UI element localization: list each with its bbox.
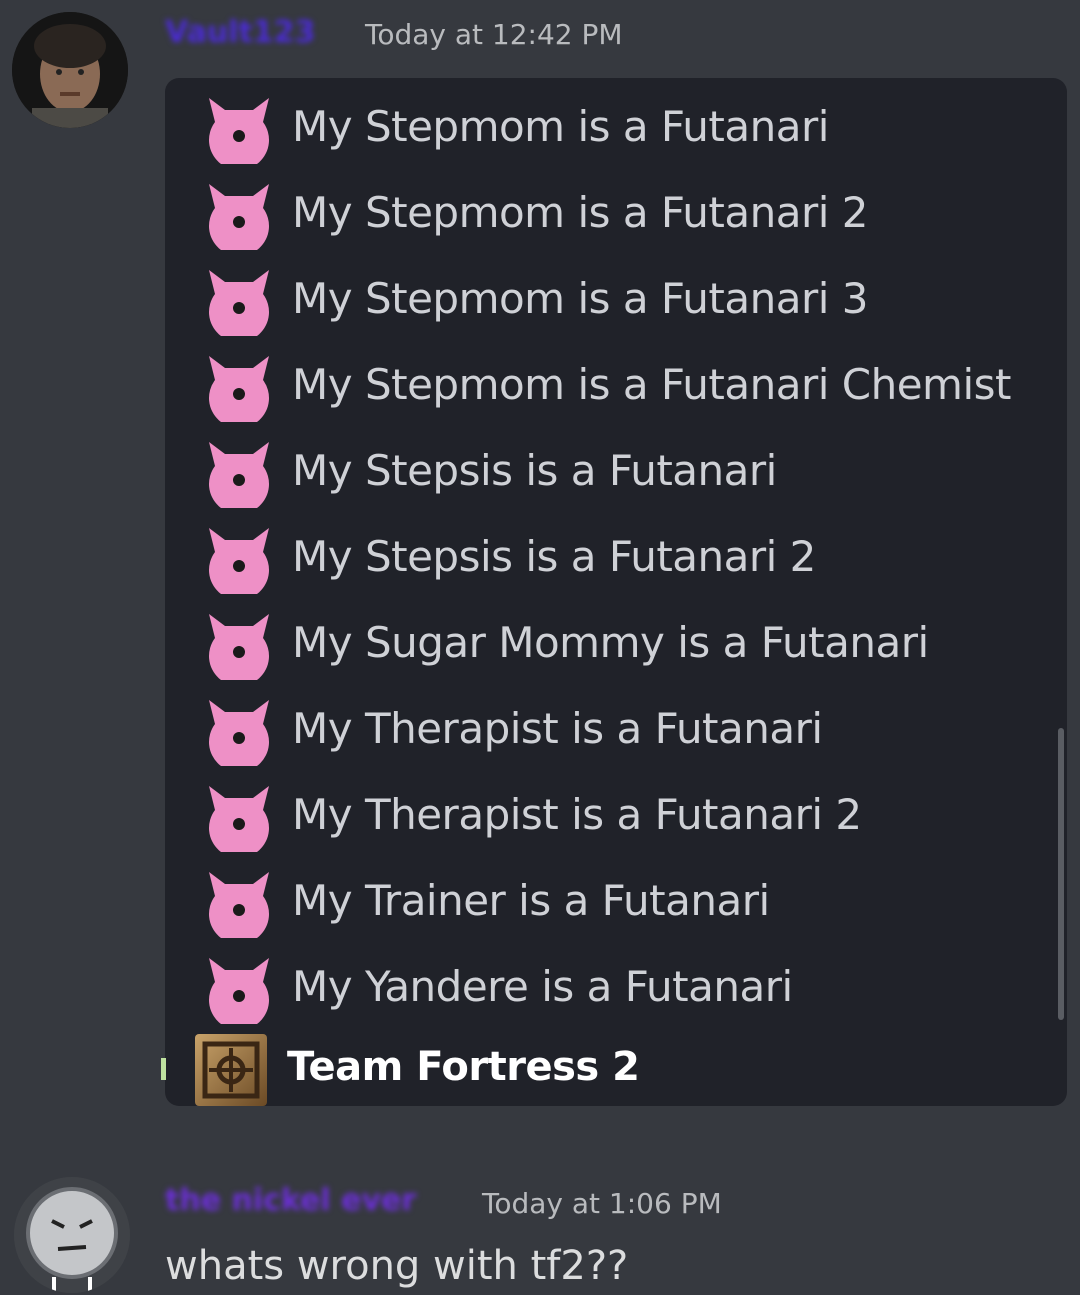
username[interactable]: the nickel ever (165, 1183, 416, 1218)
avatar[interactable] (14, 1177, 130, 1293)
pink-devil-icon (203, 952, 275, 1030)
game-row[interactable]: My Trainer is a Futanari (165, 858, 1065, 944)
game-row[interactable]: My Stepsis is a Futanari 2 (165, 514, 1065, 600)
game-row[interactable]: My Sugar Mommy is a Futanari (165, 600, 1065, 686)
message-2: the nickel ever Today at 1:06 PM whats w… (0, 1165, 1080, 1295)
game-name: My Stepmom is a Futanari 2 (292, 188, 868, 237)
pink-devil-icon (203, 608, 275, 686)
game-name: My Stepsis is a Futanari 2 (292, 532, 816, 581)
timestamp: Today at 12:42 PM (365, 18, 623, 51)
message-1: Vault123 Today at 12:42 PM My Stepmom is… (0, 0, 1080, 1120)
game-row[interactable]: My Stepmom is a Futanari Chemist (165, 342, 1065, 428)
game-name: My Stepmom is a Futanari Chemist (292, 360, 1011, 409)
game-name: Team Fortress 2 (287, 1044, 640, 1090)
game-row[interactable]: My Yandere is a Futanari (165, 944, 1065, 1030)
game-name: My Stepmom is a Futanari (292, 102, 829, 151)
pink-devil-icon (203, 866, 275, 944)
pink-devil-icon (203, 780, 275, 858)
game-list: My Stepmom is a Futanari My Stepmom is a… (161, 78, 1067, 1106)
game-name: My Therapist is a Futanari 2 (292, 790, 862, 839)
game-row[interactable]: My Stepmom is a Futanari (165, 84, 1065, 170)
game-name: My Trainer is a Futanari (292, 876, 770, 925)
game-row[interactable]: My Therapist is a Futanari (165, 686, 1065, 772)
game-name: My Therapist is a Futanari (292, 704, 823, 753)
game-name: My Stepmom is a Futanari 3 (292, 274, 868, 323)
pink-devil-icon (203, 264, 275, 342)
message-text: whats wrong with tf2?? (165, 1243, 629, 1289)
game-row[interactable]: My Stepmom is a Futanari 2 (165, 170, 1065, 256)
timestamp: Today at 1:06 PM (482, 1187, 722, 1220)
selected-marker (161, 1058, 166, 1080)
game-row[interactable]: My Therapist is a Futanari 2 (165, 772, 1065, 858)
game-name: My Stepsis is a Futanari (292, 446, 777, 495)
avatar[interactable] (12, 12, 128, 128)
game-name: My Yandere is a Futanari (292, 962, 793, 1011)
pink-devil-icon (203, 92, 275, 170)
game-name: My Sugar Mommy is a Futanari (292, 618, 929, 667)
username[interactable]: Vault123 (165, 15, 315, 50)
game-row[interactable]: My Stepsis is a Futanari (165, 428, 1065, 514)
pink-devil-icon (203, 178, 275, 256)
pink-devil-icon (203, 522, 275, 600)
pink-devil-icon (203, 350, 275, 428)
pink-devil-icon (203, 436, 275, 514)
pink-devil-icon (203, 694, 275, 772)
game-row-selected[interactable]: Team Fortress 2 (161, 1026, 1065, 1112)
tf2-icon (195, 1034, 267, 1106)
game-row[interactable]: My Stepmom is a Futanari 3 (165, 256, 1065, 342)
scrollbar[interactable] (1058, 728, 1064, 1020)
